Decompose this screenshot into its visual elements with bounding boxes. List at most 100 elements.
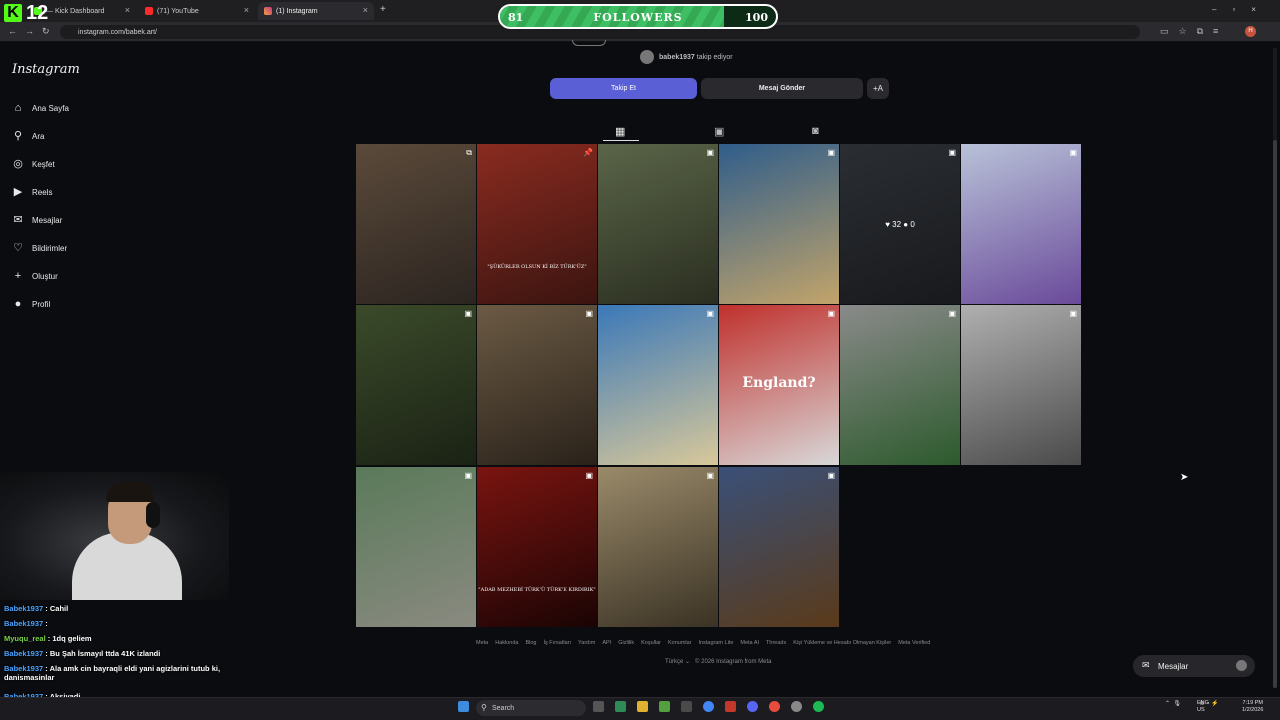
discord-icon[interactable] (747, 701, 758, 712)
tab-instagram[interactable]: (1) Instagram × (258, 2, 374, 20)
close-tab-icon[interactable]: × (125, 5, 130, 15)
sidebar-item-ara[interactable]: ⚲ Ara (12, 130, 44, 142)
chat-username[interactable]: Babek1937 (4, 619, 43, 628)
footer-link[interactable]: Instagram Lite (699, 640, 734, 646)
tab-label: — Kick Dashboard (46, 7, 105, 15)
sidebar-item-mesajlar[interactable]: ✉ Mesajlar (12, 214, 62, 226)
footer-link[interactable]: API (602, 640, 611, 646)
reels-tab-icon[interactable]: ▣ (714, 125, 724, 138)
tagged-tab-icon[interactable]: ◙ (812, 125, 819, 137)
followed-by: babek1937 takip ediyor (640, 50, 733, 64)
footer-link[interactable]: Yardım (578, 640, 595, 646)
file-explorer-icon[interactable] (637, 701, 648, 712)
clock[interactable]: 7:19 PM 1/2/2026 (1242, 700, 1263, 714)
messages-pill[interactable]: ✉ Mesajlar (1133, 655, 1255, 677)
message-button[interactable]: Mesaj Gönder (701, 78, 863, 99)
footer-link[interactable]: Kişi Yükleme ve Hesabı Olmayan Kişiler (793, 640, 891, 646)
post-thumbnail[interactable]: ▣ (356, 467, 476, 627)
post-thumbnail[interactable]: ▣ (598, 144, 718, 304)
app-icon[interactable] (659, 701, 670, 712)
chrome-icon[interactable] (703, 701, 714, 712)
footer-link[interactable]: Threads (766, 640, 786, 646)
spotify-icon[interactable] (813, 701, 824, 712)
sidebar-item-bildirimler[interactable]: ♡ Bildirimler (12, 242, 67, 254)
chat-username[interactable]: Babek1937 (4, 604, 43, 613)
task-view-icon[interactable] (593, 701, 604, 712)
kick-logo: K (4, 4, 22, 22)
carousel-icon: ▣ (706, 471, 714, 480)
window-controls-icon[interactable]: –▫× (1212, 5, 1272, 14)
suggested-users-button[interactable]: +A (867, 78, 889, 99)
new-tab-icon[interactable]: + (380, 4, 386, 15)
post-caption-overlay: England? (742, 375, 816, 391)
post-thumbnail[interactable]: ▣ England? (719, 305, 839, 465)
footer-link[interactable]: Meta Verified (898, 640, 930, 646)
post-thumbnail[interactable]: ▣ (961, 305, 1081, 465)
footer-bottom: Türkçe ⌄ © 2026 Instagram from Meta (665, 659, 772, 665)
sidebar-item-ana-sayfa[interactable]: ⌂ Ana Sayfa (12, 102, 69, 114)
chat-username[interactable]: Myuqu_real (4, 634, 46, 643)
post-thumbnail[interactable]: ▣ (719, 467, 839, 627)
footer-links: Meta Hakkında Blog İş Fırsatları Yardım API Gi… (476, 640, 976, 646)
taskbar-search[interactable]: ⚲ Search (476, 700, 586, 716)
forward-icon[interactable]: → (25, 26, 34, 36)
post-thumbnail[interactable]: 📌 "ŞÜKÜRLER OLSUN Kİ BİZ TÜRK'ÜZ" (477, 144, 597, 304)
tab-youtube[interactable]: (71) YouTube × (139, 2, 255, 20)
footer-link[interactable]: Meta AI (740, 640, 759, 646)
sidebar-item-oluştur[interactable]: + Oluştur (12, 270, 58, 282)
language-indicator[interactable]: ENG US (1197, 700, 1209, 714)
sidebar-item-label: Mesajlar (32, 215, 63, 225)
sidebar-item-keşfet[interactable]: ◎ Keşfet (12, 158, 55, 170)
close-tab-icon[interactable]: × (363, 5, 368, 15)
url-text: instagram.com/babek.art/ (78, 28, 157, 36)
footer-link[interactable]: Koşullar (641, 640, 661, 646)
posts-grid-tab-icon[interactable]: ▦ (615, 125, 625, 138)
chat-username[interactable]: Babek1937 (4, 649, 43, 658)
instagram-logo[interactable]: Instagram (12, 62, 80, 77)
close-tab-icon[interactable]: × (244, 5, 249, 15)
app-icon[interactable] (681, 701, 692, 712)
post-thumbnail[interactable]: ▣ (840, 305, 960, 465)
profile-avatar-icon[interactable]: H (1245, 26, 1256, 37)
post-thumbnail[interactable]: ▣ (598, 467, 718, 627)
footer-link[interactable]: Meta (476, 640, 488, 646)
post-thumbnail[interactable]: ▣ (598, 305, 718, 465)
system-tray[interactable]: ⌃ 🎙 ≋ ◔ ⚡ (1165, 700, 1219, 707)
post-thumbnail[interactable]: ▣ "ADAB MEZHEBİ TÜRK'Ü TÜRK'E KIRDIRIK" (477, 467, 597, 627)
follower-username[interactable]: babek1937 (659, 54, 695, 61)
windows-start-icon[interactable] (458, 701, 469, 712)
heart-icon: ♡ (13, 242, 23, 254)
footer-link[interactable]: Hakkında (495, 640, 518, 646)
footer-link[interactable]: İş Fırsatları (544, 640, 572, 646)
language-select[interactable]: Türkçe (665, 659, 683, 665)
sidebar-item-reels[interactable]: ▶ Reels (12, 186, 53, 198)
scrollbar-thumb[interactable] (1273, 140, 1277, 688)
post-thumbnail[interactable]: ▣ (477, 305, 597, 465)
sidebar-item-label: Ana Sayfa (32, 103, 69, 113)
follow-button[interactable]: Takip Et (550, 78, 697, 99)
post-thumbnail[interactable]: ▣ ♥ 32 ● 0 (840, 144, 960, 304)
footer-link[interactable]: Blog (525, 640, 536, 646)
tab-label: (71) YouTube (157, 7, 199, 15)
footer-link[interactable]: Gizlilik (618, 640, 634, 646)
carousel-icon: ▣ (464, 471, 472, 480)
chrome-icon[interactable] (769, 701, 780, 712)
sidebar-item-profil[interactable]: ● Profil (12, 298, 51, 310)
post-thumbnail[interactable]: ▣ (961, 144, 1081, 304)
headphones (146, 502, 160, 528)
footer-link[interactable]: Konumlar (668, 640, 692, 646)
post-thumbnail[interactable]: ⧉ (356, 144, 476, 304)
carousel-icon: ▣ (827, 471, 835, 480)
app-icon[interactable] (725, 701, 736, 712)
app-icon[interactable] (615, 701, 626, 712)
chat-username[interactable]: Babek1937 (4, 664, 43, 673)
post-thumbnail[interactable]: ▣ (719, 144, 839, 304)
back-icon[interactable]: ← (8, 26, 17, 36)
post-thumbnail[interactable]: ▣ (356, 305, 476, 465)
browser-toolbar-icons[interactable]: ▭☆⧉≡ (1160, 26, 1228, 37)
profile-photo[interactable] (572, 40, 606, 46)
instagram-favicon-icon (264, 7, 272, 15)
post-caption-overlay: "ADAB MEZHEBİ TÜRK'Ü TÜRK'E KIRDIRIK" (478, 587, 596, 593)
reload-icon[interactable]: ↻ (42, 26, 50, 37)
app-icon[interactable] (791, 701, 802, 712)
